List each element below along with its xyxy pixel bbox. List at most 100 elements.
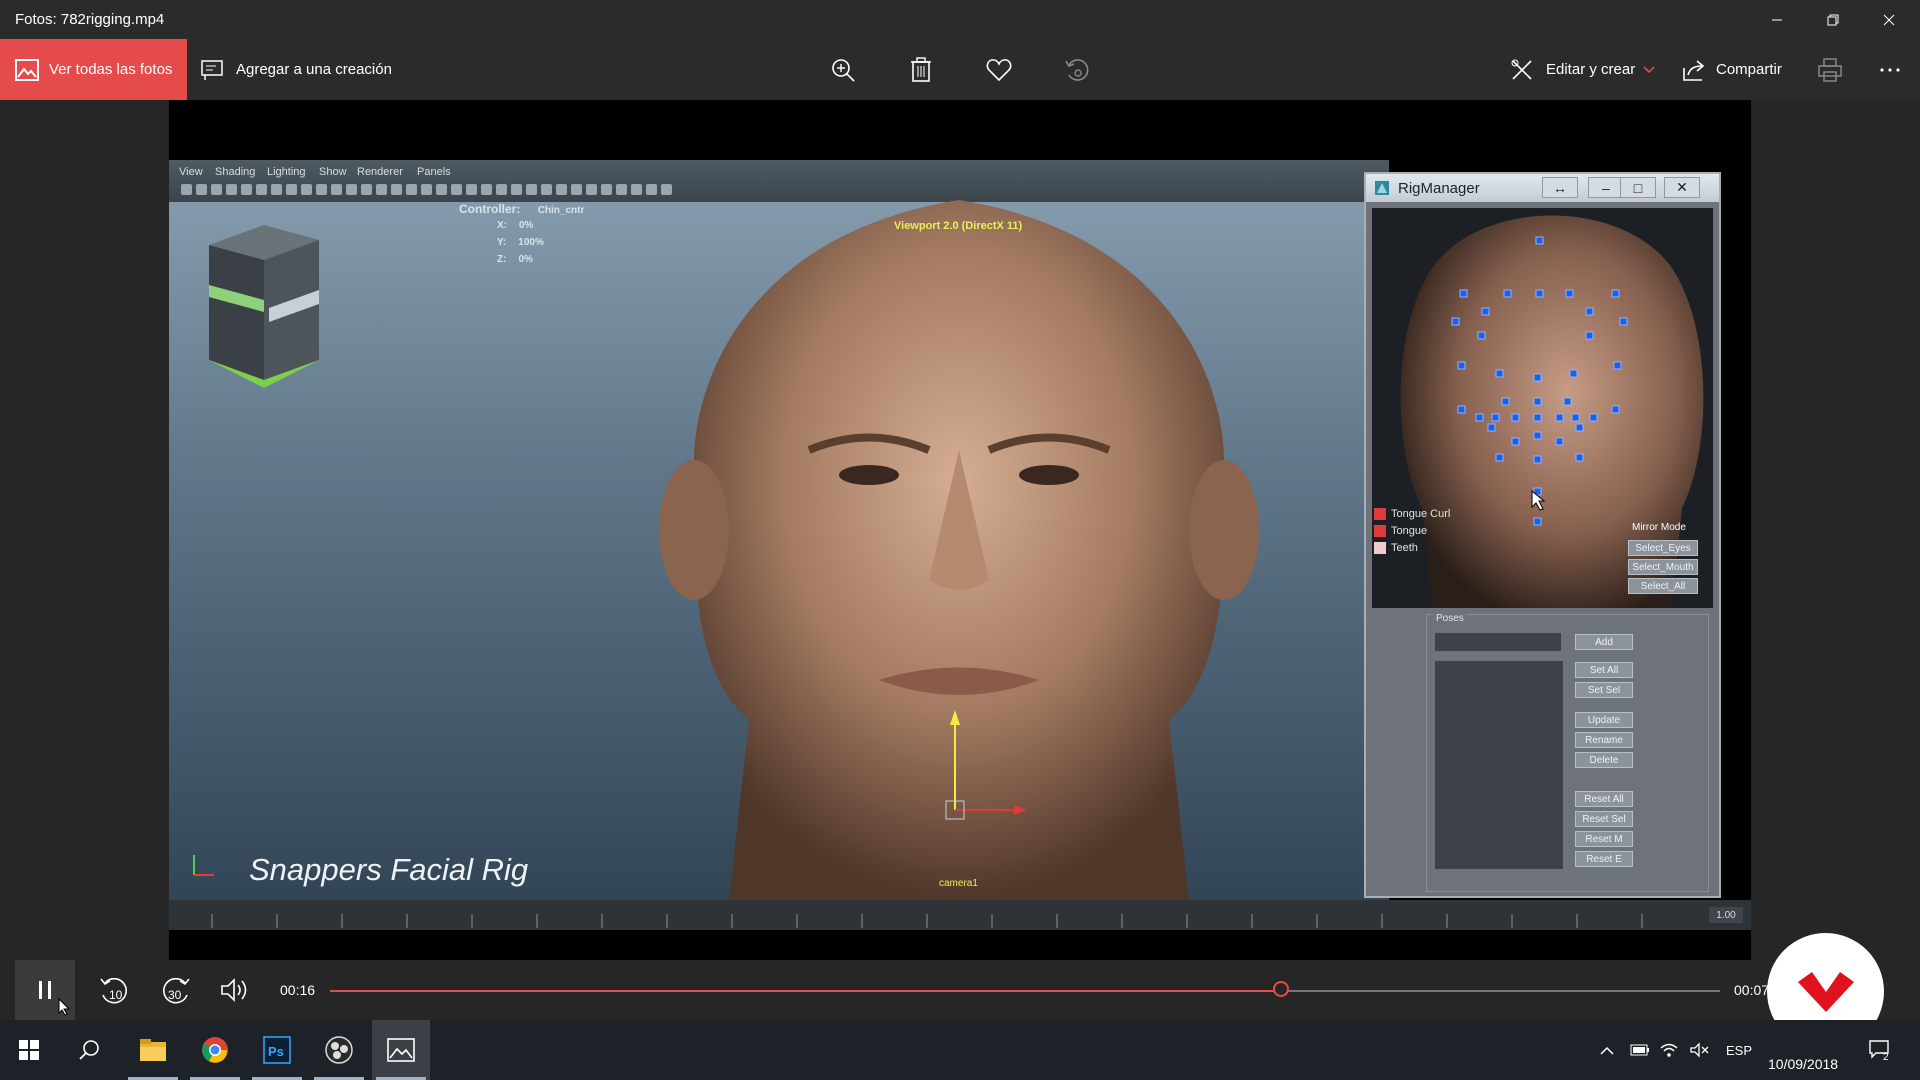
input-language[interactable]: ESP xyxy=(1726,1020,1752,1080)
volume-button[interactable] xyxy=(205,960,265,1020)
viewport-label: Viewport 2.0 (DirectX 11) xyxy=(894,220,1023,232)
skip-forward-30-icon: 30 xyxy=(163,977,190,1004)
windows-logo-icon xyxy=(19,1040,39,1060)
maya-tool-icons xyxy=(181,184,672,195)
view-cube-icon xyxy=(209,225,319,388)
video-frame[interactable]: View Shading Lighting Show Renderer Pane… xyxy=(169,100,1751,961)
poses-label: Poses xyxy=(1433,613,1467,624)
pose-delete-button[interactable]: Delete xyxy=(1575,752,1633,768)
share-label: Compartir xyxy=(1716,61,1782,78)
pose-add-button[interactable]: Add xyxy=(1575,634,1633,650)
coord-z-value: 0% xyxy=(518,254,533,265)
volume-icon xyxy=(221,978,247,1002)
pose-set-sel-button[interactable]: Set Sel xyxy=(1575,682,1633,698)
timeline-ticks xyxy=(211,914,1643,928)
skip-back-label: 10 xyxy=(109,988,123,1002)
pose-update-button[interactable]: Update xyxy=(1575,712,1633,728)
pose-rename-button[interactable]: Rename xyxy=(1575,732,1633,748)
chrome-icon xyxy=(202,1037,228,1063)
pose-reset-all-button[interactable]: Reset All xyxy=(1575,791,1633,807)
maya-menu-renderer: Renderer xyxy=(357,166,403,178)
battery-indicator[interactable] xyxy=(1630,1020,1650,1080)
rig-dock-button[interactable]: ↔ xyxy=(1542,177,1578,198)
rig-maximize-button[interactable]: □ xyxy=(1620,177,1656,198)
heart-icon xyxy=(986,58,1012,81)
rig-title: Snappers Facial Rig xyxy=(249,852,529,887)
view-all-photos-label: Ver todas las fotos xyxy=(49,61,173,78)
start-button[interactable] xyxy=(0,1020,58,1080)
rig-minimize-button[interactable]: – xyxy=(1588,177,1624,198)
rig-manager-title: RigManager xyxy=(1398,180,1480,197)
pose-reset-sel-button[interactable]: Reset Sel xyxy=(1575,811,1633,827)
rotate-button[interactable] xyxy=(1047,39,1107,100)
more-options-button[interactable] xyxy=(1860,39,1920,100)
print-icon xyxy=(1818,57,1842,82)
volume-muted-indicator[interactable] xyxy=(1690,1020,1710,1080)
checkbox-teeth[interactable]: Teeth xyxy=(1374,542,1418,554)
pose-list[interactable] xyxy=(1435,661,1563,869)
action-center-button[interactable]: 2 xyxy=(1868,1020,1892,1080)
select-all-button[interactable]: Select_All xyxy=(1628,578,1698,594)
head-render xyxy=(659,200,1259,900)
delete-button[interactable] xyxy=(891,39,951,100)
close-button[interactable] xyxy=(1866,0,1912,39)
search-icon xyxy=(79,1040,99,1060)
controller-label: Controller: xyxy=(459,202,521,216)
coord-x-label: X: xyxy=(497,220,507,231)
skip-back-button[interactable]: 10 xyxy=(84,960,144,1020)
mirror-mode-label: Mirror Mode xyxy=(1632,522,1686,533)
chevron-down-icon xyxy=(1643,65,1655,73)
pose-reset-m-button[interactable]: Reset M xyxy=(1575,831,1633,847)
rig-close-button[interactable]: ✕ xyxy=(1664,177,1700,198)
checkbox-tongue-curl-label: Tongue Curl xyxy=(1391,508,1451,520)
restore-button[interactable] xyxy=(1810,0,1856,39)
camera-label: camera1 xyxy=(939,878,978,889)
logo-mark-icon xyxy=(1797,971,1854,1012)
select-eyes-button[interactable]: Select_Eyes xyxy=(1628,540,1698,556)
taskbar-file-explorer[interactable] xyxy=(124,1020,182,1080)
seek-thumb[interactable] xyxy=(1272,981,1289,997)
tongue-curl-swatch xyxy=(1374,508,1386,520)
pose-name-input[interactable] xyxy=(1435,633,1561,651)
maya-menubar: View Shading Lighting Show Renderer Pane… xyxy=(169,160,1389,202)
pose-set-all-button[interactable]: Set All xyxy=(1575,662,1633,678)
select-mouth-button[interactable]: Select_Mouth xyxy=(1628,559,1698,575)
search-button[interactable] xyxy=(60,1020,118,1080)
windows-taskbar: Ps ESP 10/09/2018 2 xyxy=(0,1020,1920,1080)
pose-reset-e-button[interactable]: Reset E xyxy=(1575,851,1633,867)
network-indicator[interactable] xyxy=(1660,1020,1678,1080)
edit-create-button[interactable]: Editar y crear xyxy=(1510,39,1655,100)
edit-create-icon xyxy=(1511,59,1532,80)
skip-forward-label: 30 xyxy=(168,988,182,1002)
coord-x-value: 0% xyxy=(519,220,534,231)
print-button[interactable] xyxy=(1800,39,1860,100)
edit-create-label: Editar y crear xyxy=(1546,61,1636,78)
checkbox-tongue-curl[interactable]: Tongue Curl xyxy=(1374,508,1450,520)
share-button[interactable]: Compartir xyxy=(1682,39,1782,100)
zoom-button[interactable] xyxy=(813,39,873,100)
seek-bar[interactable] xyxy=(330,981,1720,997)
speaker-muted-icon xyxy=(1690,1042,1709,1058)
taskbar-chrome[interactable] xyxy=(186,1020,244,1080)
checkbox-tongue[interactable]: Tongue xyxy=(1374,525,1427,537)
coord-y-label: Y: xyxy=(497,237,507,248)
minimize-button[interactable] xyxy=(1754,0,1800,39)
add-to-creation-button[interactable]: Agregar a una creación xyxy=(200,39,392,100)
more-icon xyxy=(1880,67,1900,72)
skip-back-10-icon: 10 xyxy=(100,977,127,1004)
obs-icon xyxy=(325,1036,353,1064)
maya-viewport: View Shading Lighting Show Renderer Pane… xyxy=(169,160,1389,900)
timeline-value: 1.00 xyxy=(1709,907,1743,923)
skip-forward-button[interactable]: 30 xyxy=(146,960,206,1020)
taskbar-obs[interactable] xyxy=(310,1020,368,1080)
taskbar-date[interactable]: 10/09/2018 xyxy=(1768,1056,1838,1072)
photoshop-icon: Ps xyxy=(263,1036,291,1064)
favorite-button[interactable] xyxy=(969,39,1029,100)
axis-gizmo-icon xyxy=(193,855,214,876)
taskbar-photos[interactable] xyxy=(372,1020,430,1080)
taskbar-photoshop[interactable]: Ps xyxy=(248,1020,306,1080)
player-controls: 10 30 00:16 00:07 xyxy=(0,960,1920,1020)
wifi-icon xyxy=(1660,1043,1678,1057)
view-all-photos-button[interactable]: Ver todas las fotos xyxy=(0,39,187,100)
tray-overflow-button[interactable] xyxy=(1600,1020,1614,1080)
